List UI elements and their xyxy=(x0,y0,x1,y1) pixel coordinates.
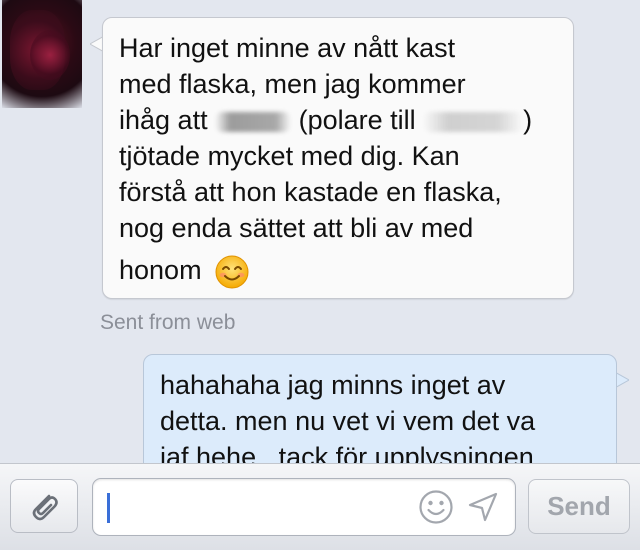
incoming-text-segment: ihåg att xyxy=(119,105,208,135)
incoming-message-line: förstå att hon kastade en flaska, xyxy=(119,177,502,207)
outgoing-message-line: iaf hehe.. tack för upplysningen xyxy=(160,442,534,463)
smiley-icon[interactable] xyxy=(418,489,454,525)
incoming-message-line: honom xyxy=(119,246,559,294)
composer-bar: Send xyxy=(0,463,640,550)
incoming-message-bubble[interactable]: Har inget minne av nått kast med flaska,… xyxy=(102,17,574,299)
outgoing-message-line: hahahaha jag minns inget av xyxy=(160,370,506,400)
smiling-face-icon xyxy=(215,255,249,289)
outgoing-message-line: detta. men nu vet vi vem det va xyxy=(160,406,536,436)
text-caret xyxy=(107,493,110,523)
sent-from-label: Sent from web xyxy=(100,311,236,334)
redacted-name xyxy=(215,111,292,132)
message-thread[interactable]: Har inget minne av nått kast med flaska,… xyxy=(0,0,640,463)
incoming-message-line: tjötade mycket med dig. Kan xyxy=(119,141,460,171)
location-arrow-icon[interactable] xyxy=(467,491,499,523)
incoming-text-segment: (polare till xyxy=(298,105,416,135)
send-button[interactable]: Send xyxy=(528,479,630,534)
incoming-text-segment: honom xyxy=(119,255,202,285)
attach-button[interactable] xyxy=(10,479,78,533)
sender-avatar[interactable] xyxy=(2,0,82,108)
paperclip-icon xyxy=(32,494,58,521)
incoming-message-line: ihåg att (polare till ) xyxy=(119,102,559,138)
incoming-message-line: Har inget minne av nått kast xyxy=(119,33,456,63)
message-input[interactable] xyxy=(92,478,516,536)
incoming-text-segment: ) xyxy=(523,105,533,135)
incoming-message-line: nog enda sättet att bli av med xyxy=(119,213,474,243)
outgoing-message-bubble[interactable]: hahahaha jag minns inget av detta. men n… xyxy=(143,354,617,463)
incoming-message-line: med flaska, men jag kommer xyxy=(119,69,466,99)
redacted-name xyxy=(423,111,524,132)
